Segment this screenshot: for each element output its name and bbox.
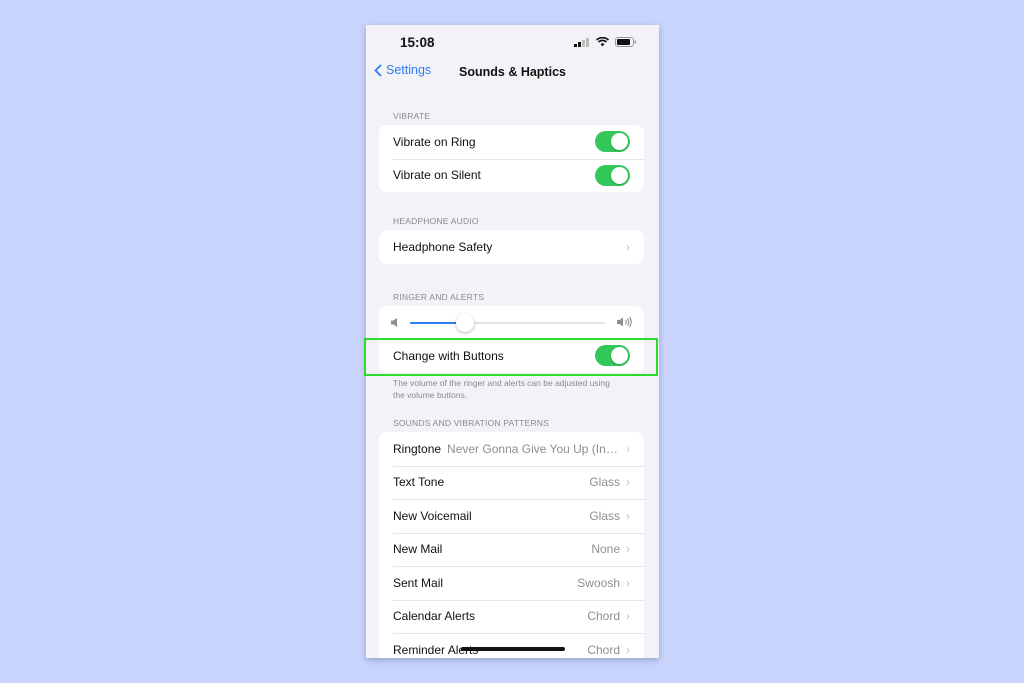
chevron-right-icon: › [626,575,630,590]
ringer-group: Change with Buttons [379,306,644,373]
text-tone-row[interactable]: Text Tone Glass › [379,465,644,500]
section-header-ringer: RINGER AND ALERTS [393,292,485,302]
row-label: Text Tone [393,475,445,490]
chevron-right-icon: › [626,508,630,523]
section-header-vibrate: VIBRATE [393,111,431,121]
navigation-bar: Settings Sounds & Haptics [366,63,659,85]
section-header-headphone: HEADPHONE AUDIO [393,216,479,226]
headphone-safety-row[interactable]: Headphone Safety › [379,230,644,264]
chevron-right-icon: › [626,441,630,456]
row-label: Calendar Alerts [393,609,476,624]
reminder-alerts-row[interactable]: Reminder Alerts Chord › [379,633,644,658]
row-value: None [591,542,620,557]
cellular-signal-icon [574,37,589,47]
ringtone-row[interactable]: Ringtone Never Gonna Give You Up (Intro.… [379,432,644,466]
chevron-right-icon: › [626,542,630,557]
chevron-right-icon: › [626,609,630,624]
volume-slider[interactable] [410,314,605,332]
ringer-volume-row [379,306,644,339]
vibrate-on-silent-row: Vibrate on Silent [379,158,644,193]
section-header-patterns: SOUNDS AND VIBRATION PATTERNS [393,418,549,428]
row-value: Glass [589,475,620,490]
change-with-buttons-row: Change with Buttons [379,339,644,373]
row-value: Chord [587,642,620,657]
chevron-right-icon: › [626,475,630,490]
speaker-high-icon [617,316,632,328]
row-label: Headphone Safety [393,239,493,254]
new-voicemail-row[interactable]: New Voicemail Glass › [379,499,644,533]
row-value: Never Gonna Give You Up (Intro... [447,441,620,456]
volume-slider-thumb[interactable] [455,314,474,332]
change-with-buttons-toggle[interactable] [595,345,630,367]
chevron-right-icon: › [626,239,630,254]
wifi-icon [596,37,609,47]
home-indicator[interactable] [461,647,565,651]
row-label: Ringtone [393,441,442,456]
vibrate-group: Vibrate on Ring Vibrate on Silent [379,125,644,192]
patterns-group: Ringtone Never Gonna Give You Up (Intro.… [379,432,644,658]
row-label: Vibrate on Ring [393,134,476,149]
row-value: Swoosh [577,575,620,590]
speaker-low-icon [391,318,397,327]
sent-mail-row[interactable]: Sent Mail Swoosh › [379,566,644,600]
new-mail-row[interactable]: New Mail None › [379,532,644,567]
vibrate-on-ring-row: Vibrate on Ring [379,125,644,159]
headphone-group: Headphone Safety › [379,230,644,264]
status-time: 15:08 [400,35,435,50]
chevron-right-icon: › [626,642,630,657]
row-value: Glass [589,508,620,523]
row-label: New Mail [393,542,443,557]
battery-icon [615,37,636,47]
calendar-alerts-row[interactable]: Calendar Alerts Chord › [379,599,644,634]
vibrate-on-ring-toggle[interactable] [595,131,630,153]
row-label: Change with Buttons [393,348,504,363]
row-label: Sent Mail [393,575,444,590]
row-value: Chord [587,609,620,624]
row-label: Vibrate on Silent [393,168,481,183]
status-bar: 15:08 [366,25,659,61]
phone-screen: 15:08 Settings Sounds & Haptics VIBRATE … [366,25,659,658]
row-label: New Voicemail [393,508,472,523]
vibrate-on-silent-toggle[interactable] [595,164,630,186]
ringer-footer-note: The volume of the ringer and alerts can … [393,378,610,400]
page-title: Sounds & Haptics [459,65,566,79]
